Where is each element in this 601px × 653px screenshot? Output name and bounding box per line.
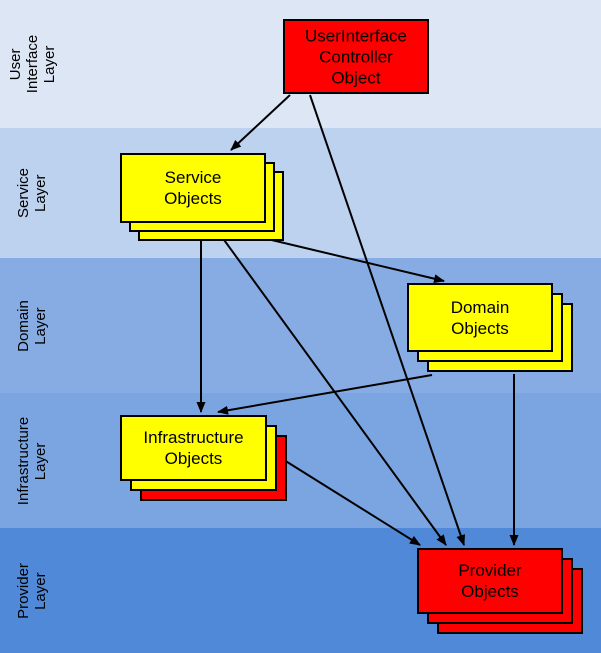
node-user-interface-controller-object[interactable]: UserInterface Controller Object xyxy=(283,19,453,118)
layered-architecture-diagram: User Interface Layer Service Layer Domain … xyxy=(0,0,601,653)
node-card-front-infrastructure-objects[interactable]: Infrastructure Objects xyxy=(120,415,267,481)
node-label-provider-objects: Provider Objects xyxy=(458,561,522,601)
layer-band-service: Service Layer xyxy=(0,128,601,258)
node-card-front-user-interface-controller-object[interactable]: UserInterface Controller Object xyxy=(283,19,429,94)
node-service-objects[interactable]: Service Objects xyxy=(120,153,290,247)
node-label-domain-objects: Domain Objects xyxy=(450,297,510,338)
layer-label-provider: Provider Layer xyxy=(0,563,64,619)
layer-label-text: Domain Layer xyxy=(15,299,49,352)
node-card-front-domain-objects[interactable]: Domain Objects xyxy=(407,283,553,352)
layer-label-text: Service Layer xyxy=(15,167,49,219)
layer-label-infrastructure: Infrastructure Layer xyxy=(0,416,64,504)
layer-band-infrastructure: Infrastructure Layer xyxy=(0,393,601,528)
layer-label-user-interface: User Interface Layer xyxy=(0,35,64,93)
node-card-front-service-objects[interactable]: Service Objects xyxy=(120,153,266,223)
node-card-front-provider-objects[interactable]: Provider Objects xyxy=(417,548,563,614)
layer-label-service: Service Layer xyxy=(0,168,64,218)
layer-label-domain: Domain Layer xyxy=(0,300,64,352)
node-provider-objects[interactable]: Provider Objects xyxy=(417,548,587,638)
node-infrastructure-objects[interactable]: Infrastructure Objects xyxy=(120,415,291,505)
layer-label-text: Infrastructure Layer xyxy=(15,416,49,505)
node-domain-objects[interactable]: Domain Objects xyxy=(407,283,577,376)
layer-label-text: User Interface Layer xyxy=(6,34,58,94)
node-label-service-objects: Service Objects xyxy=(164,168,222,208)
node-label-infrastructure-objects: Infrastructure Objects xyxy=(143,428,244,468)
node-label-user-interface-controller-object: UserInterface Controller Object xyxy=(304,26,408,87)
layer-label-text: Provider Layer xyxy=(15,562,49,619)
